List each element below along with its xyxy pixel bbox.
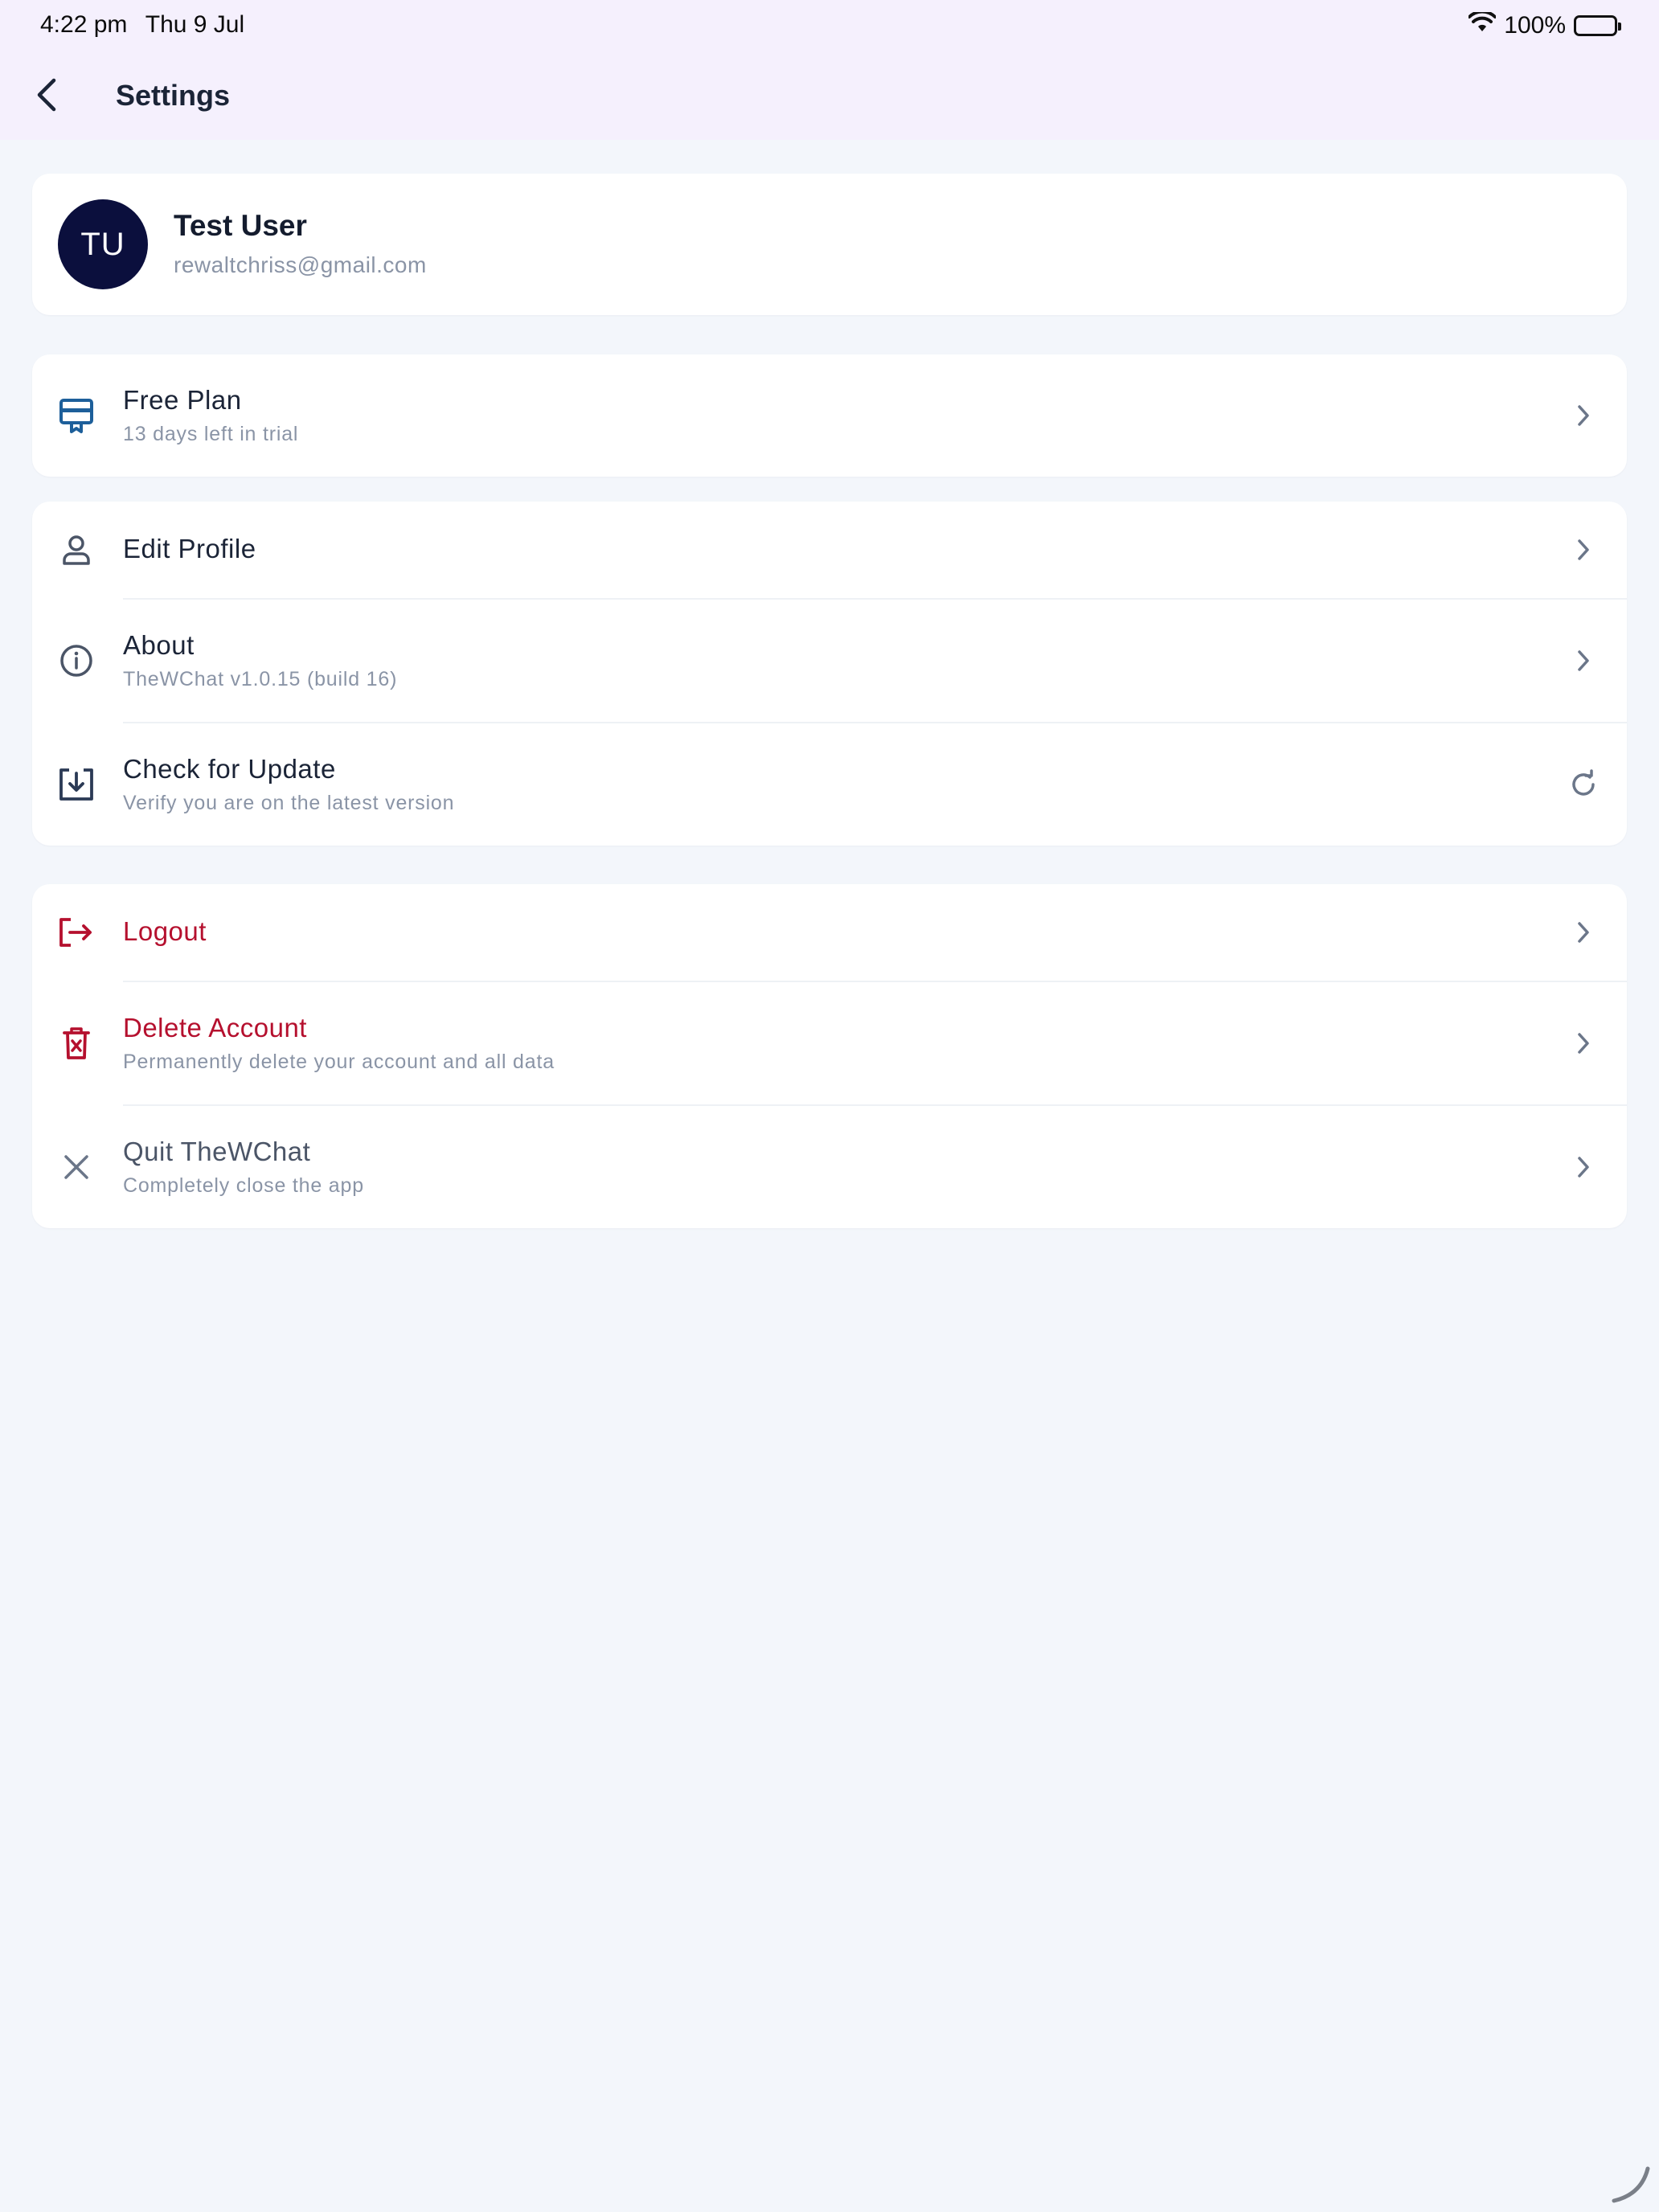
plan-card[interactable]: Free Plan 13 days left in trial (32, 354, 1627, 477)
plan-subtitle: 13 days left in trial (123, 423, 299, 445)
user-icon (55, 528, 98, 571)
chevron-right-icon (1567, 1151, 1600, 1183)
settings-item-title: Check for Update (123, 754, 336, 784)
profile-name: Test User (174, 209, 307, 242)
back-button[interactable] (29, 74, 64, 119)
status-time: 4:22 pm Thu 9 Jul (40, 11, 244, 39)
account-item-title: Delete Account (123, 1013, 307, 1043)
account-item-delete[interactable]: Delete Account Permanently delete your a… (32, 982, 1627, 1104)
battery-icon (1574, 15, 1621, 36)
plan-title: Free Plan (123, 385, 242, 415)
settings-item-title: About (123, 630, 195, 660)
account-item-title: Quit TheWChat (123, 1137, 311, 1166)
status-clock: 4:22 pm (40, 11, 128, 38)
settings-item-about[interactable]: About TheWChat v1.0.15 (build 16) (32, 600, 1627, 722)
logout-icon (55, 911, 98, 954)
info-icon (55, 639, 98, 682)
trash-icon (55, 1022, 98, 1065)
status-date: Thu 9 Jul (145, 11, 245, 38)
account-item-title: Logout (123, 916, 207, 946)
settings-item-title: Edit Profile (123, 534, 256, 563)
chevron-left-icon (35, 77, 59, 117)
refresh-icon[interactable] (1567, 768, 1600, 801)
plan-row[interactable]: Free Plan 13 days left in trial (32, 354, 1627, 477)
subscription-card-icon (55, 394, 98, 437)
chevron-right-icon (1567, 645, 1600, 677)
close-icon (55, 1145, 98, 1189)
profile-card[interactable]: TU Test User rewaltchriss@gmail.com (32, 174, 1627, 315)
account-item-quit[interactable]: Quit TheWChat Completely close the app (32, 1106, 1627, 1228)
settings-item-check-update[interactable]: Check for Update Verify you are on the l… (32, 723, 1627, 846)
account-item-logout[interactable]: Logout (32, 884, 1627, 981)
download-icon (55, 763, 98, 806)
status-indicators: 100% (1468, 10, 1621, 40)
wifi-icon (1468, 10, 1497, 39)
page-title: Settings (116, 79, 231, 112)
settings-item-edit-profile[interactable]: Edit Profile (32, 502, 1627, 598)
resize-handle-icon[interactable] (1609, 2162, 1653, 2206)
account-item-subtitle: Permanently delete your account and all … (123, 1051, 555, 1073)
account-item-subtitle: Completely close the app (123, 1174, 364, 1197)
settings-item-subtitle: Verify you are on the latest version (123, 792, 455, 814)
settings-item-subtitle: TheWChat v1.0.15 (build 16) (123, 668, 398, 690)
battery-percent: 100% (1504, 12, 1566, 39)
chevron-right-icon (1567, 399, 1600, 432)
chevron-right-icon (1567, 916, 1600, 948)
chevron-right-icon (1567, 534, 1600, 566)
settings-group: Edit Profile About TheWChat v1.0.15 (bui… (32, 502, 1627, 846)
account-group: Logout Delete Account Permanently delete… (32, 884, 1627, 1228)
profile-email: rewaltchriss@gmail.com (174, 252, 427, 277)
top-bar: 4:22 pm Thu 9 Jul 100% Settings (0, 0, 1659, 140)
avatar: TU (58, 199, 148, 289)
chevron-right-icon (1567, 1027, 1600, 1059)
